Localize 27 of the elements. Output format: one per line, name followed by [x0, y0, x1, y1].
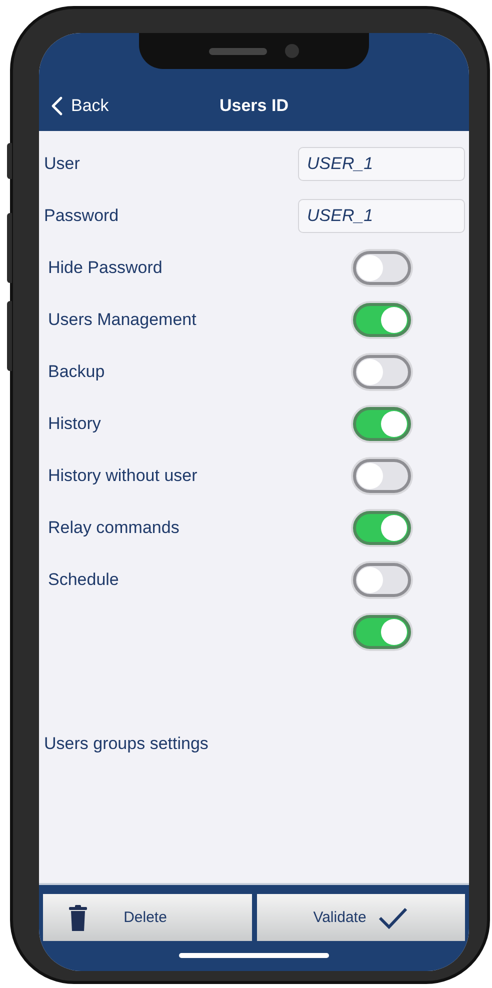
- toggle-switch[interactable]: [353, 615, 411, 649]
- setting-label: Backup: [47, 362, 105, 382]
- chevron-left-icon: [51, 96, 63, 116]
- toggle-switch[interactable]: [353, 355, 411, 389]
- setting-label: Hide Password: [47, 258, 162, 278]
- screen-title: Users ID: [218, 96, 290, 116]
- toggle-switch[interactable]: [353, 563, 411, 597]
- input-field[interactable]: USER_1: [298, 199, 465, 233]
- toggle-switch[interactable]: [353, 407, 411, 441]
- toggle-switch[interactable]: [353, 303, 411, 337]
- setting-label: Schedule: [47, 570, 119, 590]
- toggle-switch[interactable]: [353, 511, 411, 545]
- toggle-switch[interactable]: [353, 251, 411, 285]
- section-link[interactable]: Users groups settings: [44, 734, 208, 754]
- back-button[interactable]: Back: [39, 96, 109, 116]
- toggle-switch[interactable]: [353, 459, 411, 493]
- setting-label: Relay commands: [47, 518, 180, 538]
- checkmark-icon: [378, 906, 408, 930]
- field-label: User: [44, 154, 80, 174]
- setting-label: Users Management: [47, 310, 196, 330]
- trash-icon: [68, 904, 88, 930]
- setting-label: History without user: [47, 466, 198, 486]
- action-button[interactable]: Validate: [256, 894, 465, 941]
- setting-label: History: [47, 414, 101, 434]
- input-field[interactable]: USER_1: [298, 147, 465, 181]
- action-button[interactable]: Delete: [43, 894, 252, 941]
- field-label: Password: [44, 206, 119, 226]
